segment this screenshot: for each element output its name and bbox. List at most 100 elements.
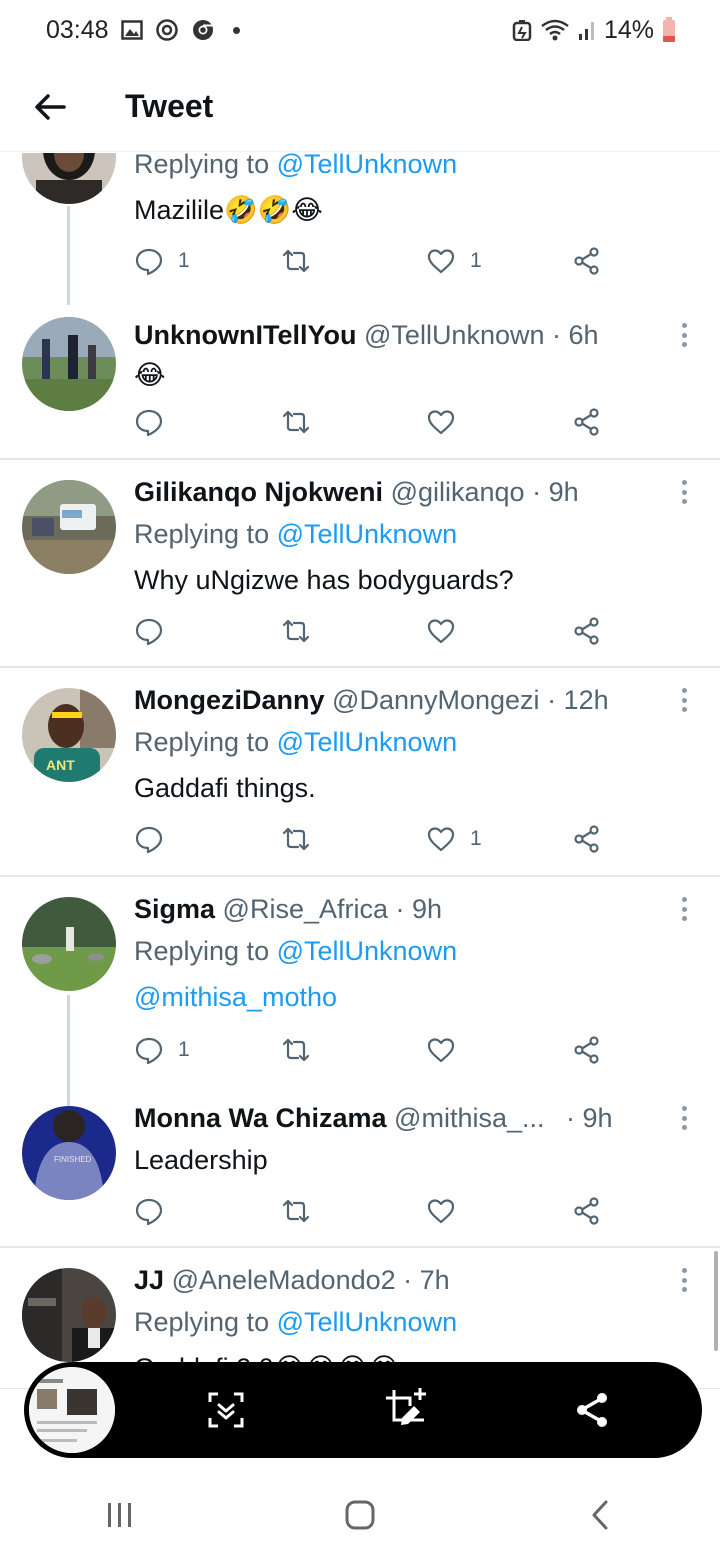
avatar[interactable]: [22, 153, 116, 204]
arrow-left-icon: [35, 93, 66, 120]
retweet-button[interactable]: [280, 1191, 312, 1231]
share-icon: [574, 825, 599, 853]
author-name[interactable]: Sigma: [134, 894, 215, 924]
like-button[interactable]: [426, 402, 456, 442]
reply-icon: [135, 409, 163, 437]
tweet-item[interactable]: Gilikanqo Njokweni @gilikanqo · 9h Reply…: [0, 460, 720, 667]
tweet-text: Leadership: [134, 1145, 268, 1175]
tweet-item[interactable]: FINISHED Monna Wa Chizama @mithisa_... ·…: [0, 1086, 720, 1246]
author-name[interactable]: Monna Wa Chizama: [134, 1103, 387, 1133]
replying-label: Replying to: [134, 519, 270, 549]
more-options-button[interactable]: [674, 477, 694, 507]
author-handle[interactable]: @DannyMongezi: [332, 685, 540, 715]
author-handle[interactable]: @Rise_Africa: [223, 894, 388, 924]
heart-icon: [427, 1038, 455, 1063]
reply-button[interactable]: [134, 611, 164, 651]
wifi-icon: [540, 18, 570, 42]
avatar[interactable]: [22, 897, 116, 991]
scroll-capture-button[interactable]: [202, 1386, 250, 1434]
author-name[interactable]: UnknownITellYou: [134, 320, 357, 350]
screenshot-toolbar: [24, 1362, 702, 1458]
svg-text:ANT: ANT: [46, 757, 75, 773]
avatar[interactable]: ANT: [22, 688, 116, 782]
retweet-icon: [282, 249, 310, 273]
more-options-button[interactable]: [674, 1103, 694, 1133]
back-icon: [592, 1500, 608, 1530]
author-name[interactable]: JJ: [134, 1265, 164, 1295]
retweet-button[interactable]: [280, 819, 312, 859]
chrome-icon: [191, 18, 215, 42]
mention-link[interactable]: @TellUnknown: [277, 1307, 457, 1337]
screenshot-thumbnail[interactable]: [26, 1364, 118, 1456]
avatar[interactable]: [22, 480, 116, 574]
tweet-item[interactable]: JJ @AneleMadondo2 · 7h Replying to @Tell…: [0, 1248, 720, 1363]
share-icon: [577, 1393, 607, 1427]
tweet-item[interactable]: UnknownITellYou @TellUnknown · 6h 😂: [0, 305, 720, 458]
like-button[interactable]: 1: [426, 241, 482, 281]
mention-link[interactable]: @TellUnknown: [277, 153, 457, 179]
reply-icon: [135, 1198, 163, 1226]
avatar[interactable]: [22, 1268, 116, 1362]
author-handle[interactable]: @mithisa_...: [394, 1103, 544, 1133]
reply-button[interactable]: [134, 402, 164, 442]
scrollbar[interactable]: [714, 1251, 718, 1351]
author-name[interactable]: MongeziDanny: [134, 685, 325, 715]
reply-button[interactable]: [134, 1191, 164, 1231]
back-button[interactable]: [20, 77, 80, 137]
tweet-item[interactable]: Sigma @Rise_Africa · 9h Replying to @Tel…: [0, 877, 720, 1198]
notification-dot: [232, 26, 240, 34]
retweet-button[interactable]: [280, 611, 312, 651]
more-options-button[interactable]: [674, 1265, 694, 1295]
like-button[interactable]: [426, 611, 456, 651]
scroll-capture-icon: [208, 1392, 244, 1428]
tweet-feed[interactable]: Replying to @TellUnknown Mazilile🤣🤣😂 1 1: [0, 153, 720, 1363]
reply-icon: [135, 826, 163, 854]
share-button[interactable]: [572, 241, 602, 281]
tweet-header: Monna Wa Chizama @mithisa_... · 9h: [134, 1101, 613, 1135]
battery-percent: 14%: [603, 15, 654, 44]
like-button[interactable]: [426, 1030, 456, 1070]
crop-edit-icon: [386, 1388, 426, 1425]
share-button[interactable]: [572, 402, 602, 442]
thread-line: [67, 206, 70, 305]
crop-edit-button[interactable]: [382, 1386, 430, 1434]
avatar[interactable]: [22, 317, 116, 411]
retweet-button[interactable]: [280, 1030, 312, 1070]
reply-button[interactable]: 1: [134, 1030, 190, 1070]
retweet-icon: [282, 1038, 310, 1062]
avatar[interactable]: FINISHED: [22, 1106, 116, 1200]
reply-button[interactable]: 1: [134, 241, 190, 281]
home-button[interactable]: [320, 1475, 400, 1555]
retweet-button[interactable]: [280, 241, 312, 281]
author-handle[interactable]: @TellUnknown: [364, 320, 544, 350]
like-button[interactable]: [426, 1191, 456, 1231]
share-button[interactable]: [572, 1191, 602, 1231]
tweet-header: Sigma @Rise_Africa · 9h: [134, 892, 442, 926]
share-button[interactable]: [572, 611, 602, 651]
more-options-button[interactable]: [674, 894, 694, 924]
share-screenshot-button[interactable]: [568, 1386, 616, 1434]
tweet-time: · 9h: [395, 894, 443, 924]
tweet-text: Gaddafi things.: [134, 773, 316, 803]
more-options-button[interactable]: [674, 685, 694, 715]
tweet-item[interactable]: ANT MongeziDanny @DannyMongezi · 12h Rep…: [0, 668, 720, 876]
like-button[interactable]: 1: [426, 819, 482, 859]
author-name[interactable]: Gilikanqo Njokweni: [134, 477, 383, 507]
author-handle[interactable]: @AneleMadondo2: [172, 1265, 396, 1295]
back-nav-button[interactable]: [560, 1475, 640, 1555]
heart-icon: [427, 410, 455, 435]
signal-icon: [578, 19, 596, 41]
recents-button[interactable]: [80, 1475, 160, 1555]
reply-button[interactable]: [134, 819, 164, 859]
tweet-item[interactable]: Replying to @TellUnknown Mazilile🤣🤣😂 1 1: [0, 153, 720, 305]
more-options-button[interactable]: [674, 320, 694, 350]
share-button[interactable]: [572, 819, 602, 859]
mention-link[interactable]: @TellUnknown: [277, 519, 457, 549]
author-handle[interactable]: @gilikanqo: [391, 477, 525, 507]
tweet-text-mention[interactable]: @mithisa_motho: [134, 980, 337, 1014]
retweet-button[interactable]: [280, 402, 312, 442]
mention-link[interactable]: @TellUnknown: [277, 727, 457, 757]
share-button[interactable]: [572, 1030, 602, 1070]
tweet-text: Why uNgizwe has bodyguards?: [134, 565, 514, 595]
mention-link[interactable]: @TellUnknown: [277, 936, 457, 966]
